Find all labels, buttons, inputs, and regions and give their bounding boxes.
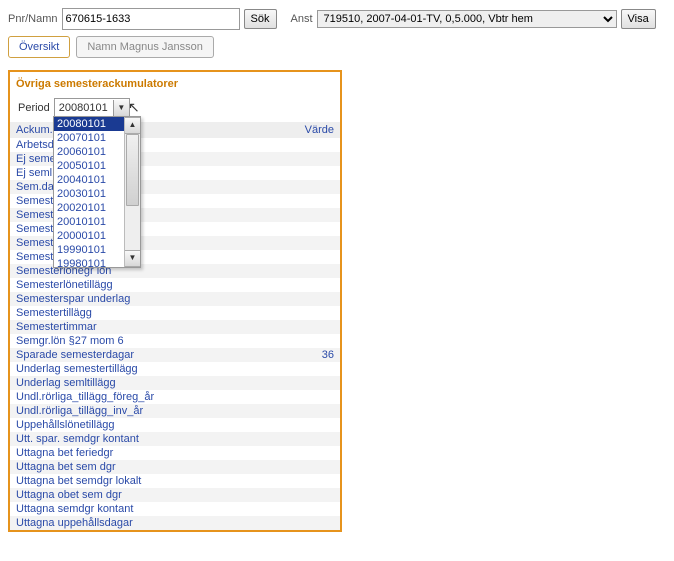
anst-select[interactable]: 719510, 2007-04-01-TV, 0,5.000, Vbtr hem <box>317 10 617 28</box>
acc-value <box>238 334 340 348</box>
acc-value <box>238 488 340 502</box>
acc-value <box>238 306 340 320</box>
acc-row[interactable]: Uttagna semdgr kontant <box>10 502 340 516</box>
acc-value <box>238 376 340 390</box>
acc-label: Underlag semestertillägg <box>10 362 238 376</box>
scroll-up-button[interactable]: ▲ <box>125 117 140 134</box>
anst-label: Anst <box>291 13 313 25</box>
acc-value <box>238 418 340 432</box>
panel-title: Övriga semesterackumulatorer <box>10 72 340 94</box>
chevron-down-icon[interactable]: ▼ <box>113 100 129 116</box>
acc-row[interactable]: Uttagna bet feriedgr <box>10 446 340 460</box>
acc-label: Undl.rörliga_tillägg_inv_år <box>10 404 238 418</box>
acc-row[interactable]: Underlag semestertillägg <box>10 362 340 376</box>
pnr-input[interactable] <box>62 8 240 30</box>
acc-label: Semesterspar underlag <box>10 292 238 306</box>
tab-oversikt[interactable]: Översikt <box>8 36 70 58</box>
acc-row[interactable]: Semestertillägg <box>10 306 340 320</box>
acc-value <box>238 292 340 306</box>
acc-row[interactable]: Uttagna bet semdgr lokalt <box>10 474 340 488</box>
acc-row[interactable]: Semgr.lön §27 mom 6 <box>10 334 340 348</box>
acc-row[interactable]: Semestertimmar <box>10 320 340 334</box>
acc-row[interactable]: Sparade semesterdagar36 <box>10 348 340 362</box>
period-select[interactable]: 20080101 ▼ <box>54 98 130 118</box>
acc-label: Sparade semesterdagar <box>10 348 238 362</box>
acc-value <box>238 138 340 152</box>
acc-value <box>238 278 340 292</box>
acc-label: Uttagna bet feriedgr <box>10 446 238 460</box>
acc-value: 36 <box>238 348 340 362</box>
acc-row[interactable]: Utt. spar. semdgr kontant <box>10 432 340 446</box>
acc-value <box>238 180 340 194</box>
acc-value <box>238 502 340 516</box>
accumulators-panel: Övriga semesterackumulatorer Period 2008… <box>8 70 342 532</box>
acc-value <box>238 194 340 208</box>
acc-label: Semestertillägg <box>10 306 238 320</box>
period-dropdown[interactable]: 2008010120070101200601012005010120040101… <box>53 116 141 268</box>
period-selected-text: 20080101 <box>55 101 112 115</box>
pnr-label: Pnr/Namn <box>8 13 58 25</box>
acc-row[interactable]: Undl.rörliga_tillägg_inv_år <box>10 404 340 418</box>
scroll-thumb[interactable] <box>126 134 139 206</box>
sok-button[interactable]: Sök <box>244 9 277 29</box>
acc-label: Semestertimmar <box>10 320 238 334</box>
scroll-track[interactable] <box>125 134 140 250</box>
scroll-down-button[interactable]: ▼ <box>125 250 140 267</box>
tab-name[interactable]: Namn Magnus Jansson <box>76 36 214 58</box>
acc-row[interactable]: Undl.rörliga_tillägg_föreg_år <box>10 390 340 404</box>
acc-value <box>238 460 340 474</box>
acc-value <box>238 474 340 488</box>
acc-label: Uttagna bet sem dgr <box>10 460 238 474</box>
acc-value <box>238 222 340 236</box>
acc-label: Utt. spar. semdgr kontant <box>10 432 238 446</box>
acc-label: Semesterlönetillägg <box>10 278 238 292</box>
acc-label: Uttagna semdgr kontant <box>10 502 238 516</box>
acc-row[interactable]: Uppehållslönetillägg <box>10 418 340 432</box>
acc-label: Underlag semltillägg <box>10 376 238 390</box>
acc-row[interactable]: Semesterspar underlag <box>10 292 340 306</box>
acc-value <box>238 236 340 250</box>
acc-row[interactable]: Uttagna uppehållsdagar <box>10 516 340 530</box>
period-label: Period <box>18 102 50 114</box>
acc-value <box>238 264 340 278</box>
acc-value <box>238 362 340 376</box>
acc-label: Uttagna bet semdgr lokalt <box>10 474 238 488</box>
acc-value <box>238 250 340 264</box>
acc-row[interactable]: Semesterlönetillägg <box>10 278 340 292</box>
visa-button[interactable]: Visa <box>621 9 656 29</box>
acc-value <box>238 390 340 404</box>
acc-label: Uppehållslönetillägg <box>10 418 238 432</box>
acc-value <box>238 152 340 166</box>
acc-label: Undl.rörliga_tillägg_föreg_år <box>10 390 238 404</box>
acc-label: Uttagna uppehållsdagar <box>10 516 238 530</box>
acc-value <box>238 432 340 446</box>
acc-row[interactable]: Uttagna bet sem dgr <box>10 460 340 474</box>
acc-value <box>238 516 340 530</box>
acc-row[interactable]: Underlag semltillägg <box>10 376 340 390</box>
acc-value <box>238 446 340 460</box>
acc-label: Semgr.lön §27 mom 6 <box>10 334 238 348</box>
acc-value <box>238 208 340 222</box>
header-varde: Värde <box>238 122 340 138</box>
acc-value <box>238 166 340 180</box>
acc-row[interactable]: Uttagna obet sem dgr <box>10 488 340 502</box>
acc-label: Uttagna obet sem dgr <box>10 488 238 502</box>
acc-value <box>238 320 340 334</box>
acc-value <box>238 404 340 418</box>
